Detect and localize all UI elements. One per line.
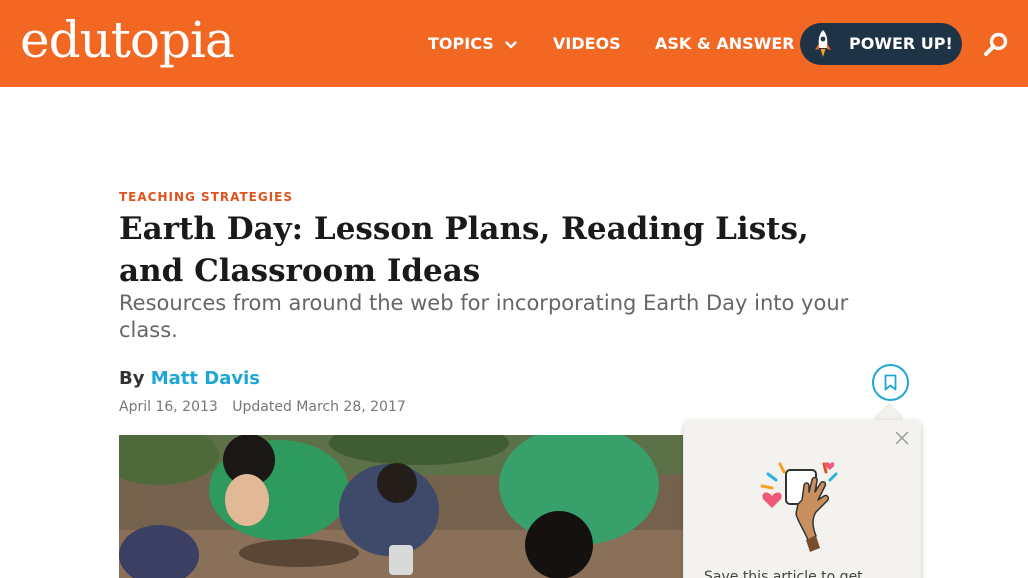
- nav-videos[interactable]: VIDEOS: [553, 34, 621, 54]
- save-article-popup: Save this article to get: [684, 420, 921, 578]
- nav-topics[interactable]: TOPICS: [428, 34, 518, 54]
- close-icon[interactable]: [894, 430, 910, 446]
- nav-topics-label: TOPICS: [428, 34, 494, 53]
- nav-ask-answer[interactable]: ASK & ANSWER: [655, 34, 795, 54]
- power-up-button[interactable]: POWER UP!: [800, 23, 962, 65]
- chevron-down-icon: [505, 40, 518, 48]
- bookmark-button[interactable]: [872, 364, 909, 401]
- hero-image: [119, 435, 683, 578]
- power-up-label: POWER UP!: [849, 34, 953, 53]
- popup-message: Save this article to get: [704, 569, 863, 578]
- updated-date: Updated March 28, 2017: [232, 399, 406, 415]
- byline: By Matt Davis: [119, 368, 260, 390]
- rocket-icon: [815, 30, 831, 57]
- article-dates: April 16, 2013 Updated March 28, 2017: [119, 398, 406, 416]
- author-link[interactable]: Matt Davis: [151, 368, 260, 389]
- search-icon[interactable]: [983, 31, 1009, 57]
- site-header: edutopia TOPICS VIDEOS ASK & ANSWER POWE…: [0, 0, 1028, 87]
- article-title: Earth Day: Lesson Plans, Reading Lists, …: [119, 211, 809, 289]
- waving-hand-illustration: [760, 462, 838, 552]
- edutopia-logo[interactable]: edutopia: [20, 10, 235, 70]
- article-category[interactable]: TEACHING STRATEGIES: [119, 190, 293, 204]
- article-subtitle: Resources from around the web for incorp…: [119, 291, 849, 342]
- bookmark-icon: [884, 374, 897, 391]
- published-date: April 16, 2013: [119, 399, 218, 415]
- byline-prefix: By: [119, 368, 145, 389]
